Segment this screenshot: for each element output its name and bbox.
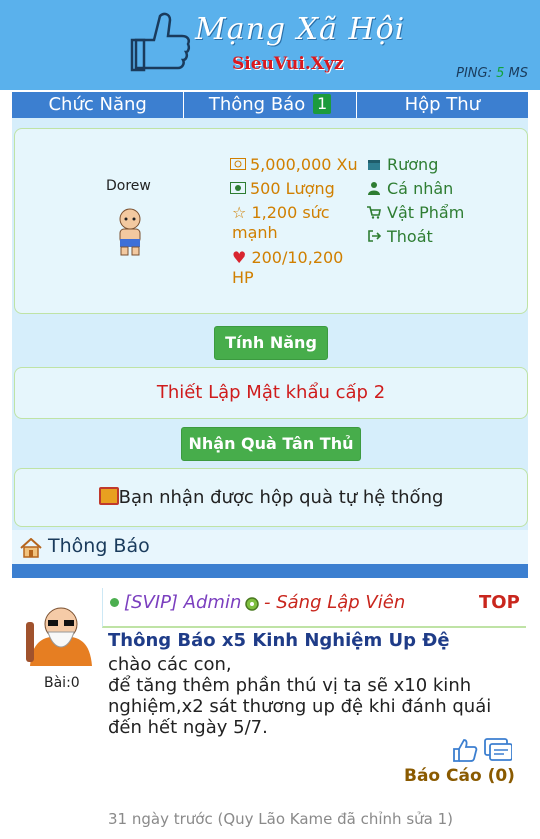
main-nav: Chức Năng Thông Báo 1 Hộp Thư <box>12 92 528 118</box>
xu-value: 5,000,000 Xu <box>250 155 358 174</box>
gift-notice-text: Bạn nhận được hộp quà tự hệ thống <box>118 487 444 508</box>
user-avatar[interactable] <box>110 205 150 259</box>
money-icon <box>230 158 246 170</box>
author-avatar[interactable] <box>22 602 100 666</box>
section-title: Thông Báo <box>48 535 150 557</box>
ping-unit: MS <box>508 66 528 81</box>
post-body-line: chào các con, <box>108 654 232 675</box>
star-icon: ☆ <box>232 203 247 222</box>
logout-link[interactable]: Thoát <box>367 227 433 247</box>
luong-value: 500 Lượng <box>250 179 335 198</box>
nav-item-label: Hộp Thư <box>404 94 481 115</box>
gift-notice-box: Bạn nhận được hộp quà tự hệ thống <box>14 468 528 527</box>
chest-link[interactable]: Rương <box>367 155 438 175</box>
section-divider <box>12 564 528 578</box>
power-unit: mạnh <box>232 223 278 242</box>
items-link[interactable]: Vật Phẩm <box>367 203 464 223</box>
hp-stat: ♥ 200/10,200 HP <box>232 248 362 288</box>
hp-value: 200/10,200 <box>251 248 344 267</box>
post-timestamp: 31 ngày trước (Quy Lão Kame đã chỉnh sửa… <box>108 810 454 828</box>
user-icon <box>368 182 380 195</box>
nav-item-notifications[interactable]: Thông Báo 1 <box>184 92 357 118</box>
home-icon <box>20 538 42 558</box>
xu-stat: 5,000,000 Xu <box>230 155 358 175</box>
logout-link-label: Thoát <box>387 227 433 246</box>
online-status-icon <box>110 598 119 607</box>
username[interactable]: Dorew <box>106 178 151 194</box>
cart-icon <box>367 206 381 219</box>
features-button[interactable]: Tính Năng <box>214 326 328 360</box>
gift-icon <box>98 487 119 505</box>
post-body: chào các con, để tăng thêm phần thú vị t… <box>108 654 518 738</box>
cash-icon <box>230 182 246 194</box>
post-author[interactable]: [SVIP] Admin <box>124 592 241 613</box>
set-password-link[interactable]: Thiết Lập Mật khẩu cấp 2 <box>157 382 385 403</box>
personal-link-label: Cá nhân <box>387 179 454 198</box>
ping-value: 5 <box>496 66 505 81</box>
pinned-top-label: TOP <box>479 592 520 613</box>
post-body-line: nghiệm,x2 sát thương up đệ khi đánh quái <box>108 696 492 717</box>
items-link-label: Vật Phẩm <box>387 203 465 222</box>
report-link[interactable]: Báo Cáo (0) <box>404 766 515 786</box>
claim-gift-button[interactable]: Nhận Quà Tân Thủ <box>181 427 361 461</box>
power-stat: ☆ 1,200 sức mạnh <box>232 203 362 243</box>
ping-indicator: PING: 5 MS <box>456 66 528 81</box>
nav-item-inbox[interactable]: Hộp Thư <box>357 92 528 118</box>
site-subtitle: SieuVui.Xyz <box>232 54 344 74</box>
post-body-line: đến hết ngày 5/7. <box>108 717 268 738</box>
ping-label: PING: <box>456 66 492 81</box>
security-box: Thiết Lập Mật khẩu cấp 2 <box>14 367 528 419</box>
author-role: - Sáng Lập Viên <box>264 592 406 613</box>
nav-item-label: Chức Năng <box>48 94 147 115</box>
logout-icon <box>368 230 381 242</box>
chest-icon <box>368 160 380 170</box>
like-icon[interactable] <box>452 738 478 762</box>
vip-badge-icon <box>245 597 259 611</box>
chest-link-label: Rương <box>387 155 439 174</box>
site-title[interactable]: Mạng Xã Hội <box>195 12 405 47</box>
post-body-line: để tăng thêm phần thú vị ta sẽ x10 kinh <box>108 675 472 696</box>
power-value: 1,200 sức <box>251 203 330 222</box>
personal-link[interactable]: Cá nhân <box>367 179 453 199</box>
reply-icon[interactable] <box>484 738 512 762</box>
hp-unit: HP <box>232 268 254 287</box>
thumbs-up-logo-icon <box>130 12 191 72</box>
post-title[interactable]: Thông Báo x5 Kinh Nghiệm Up Đệ <box>108 630 450 651</box>
nav-item-features[interactable]: Chức Năng <box>12 92 185 118</box>
luong-stat: 500 Lượng <box>230 179 335 199</box>
heartbeat-icon: ♥ <box>232 248 247 267</box>
nav-item-label: Thông Báo <box>208 94 306 115</box>
post-count: Bài:0 <box>44 675 80 691</box>
notification-badge: 1 <box>312 94 332 114</box>
